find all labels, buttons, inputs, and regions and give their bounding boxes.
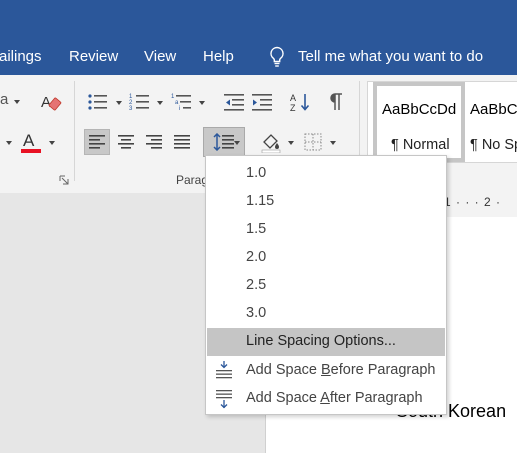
ruler-marks: 1 · · · 2 · [444,195,502,209]
style-preview: AaBbCcDd [382,101,457,118]
align-left-icon[interactable] [84,129,110,155]
menu-item-label: 2.5 [246,277,267,293]
sort-icon[interactable]: A Z [288,91,312,113]
menu-item-add-space-before[interactable]: Add Space Before Paragraph [207,357,445,385]
ribbon-tab-bar: ailings Review View Help Tell me what yo… [0,38,517,75]
svg-text:A: A [290,93,296,103]
center-icon[interactable] [113,129,139,155]
borders-icon[interactable] [300,129,326,155]
menu-item-line-spacing-options[interactable]: Line Spacing Options... [207,328,445,356]
menu-item-1-5[interactable]: 1.5 [207,216,445,244]
line-spacing-icon [213,133,234,151]
style-name: ¶ Normal [391,137,450,153]
style-name: ¶ No Sp [470,137,517,153]
increase-indent-icon[interactable] [250,91,274,113]
menu-item-3-0[interactable]: 3.0 [207,300,445,328]
menu-item-label: 1.0 [246,165,267,181]
menu-item-2-5[interactable]: 2.5 [207,272,445,300]
align-right-icon[interactable] [141,129,167,155]
paragraph-group-label: Parag [176,173,209,187]
tab-help[interactable]: Help [203,38,234,75]
tab-review[interactable]: Review [69,38,118,75]
menu-item-label: 3.0 [246,305,267,321]
svg-text:i: i [179,106,180,111]
tab-view[interactable]: View [144,38,176,75]
line-spacing-button[interactable] [203,127,245,157]
menu-item-add-space-after[interactable]: Add Space After Paragraph [207,385,445,413]
style-preview: AaBbC [470,101,517,118]
menu-item-label: Add Space Before Paragraph [246,362,436,378]
clear-formatting-icon[interactable]: A [38,90,64,114]
title-bar [0,0,517,38]
menu-item-label: 1.5 [246,221,267,237]
menu-item-label: 1.15 [246,193,275,209]
dialog-launcher-icon[interactable] [59,175,69,185]
svg-text:A: A [41,94,51,111]
tell-me-search[interactable]: Tell me what you want to do [298,38,483,75]
menu-item-label: 2.0 [246,249,267,265]
numbering-icon[interactable]: 1 2 3 [128,91,152,113]
style-normal[interactable]: AaBbCcDd ¶ Normal [373,82,465,162]
tab-mailings[interactable]: ailings [0,38,42,75]
menu-item-label: Line Spacing Options... [246,333,396,349]
menu-item-1-0[interactable]: 1.0 [207,160,445,188]
multilevel-list-icon[interactable]: 1 a i [170,91,194,113]
font-size-fragment: a [0,91,9,108]
justify-icon[interactable] [169,129,195,155]
style-no-spacing[interactable]: AaBbC ¶ No Sp [468,82,517,162]
line-spacing-menu: 1.0 1.15 1.5 2.0 2.5 3.0 Line Spacing Op… [205,155,447,415]
shading-icon[interactable] [258,129,284,155]
decrease-indent-icon[interactable] [222,91,246,113]
menu-item-2-0[interactable]: 2.0 [207,244,445,272]
svg-text:Z: Z [290,103,296,112]
add-space-before-icon [216,361,232,379]
add-space-after-icon [216,390,232,409]
svg-text:A: A [23,131,35,150]
lightbulb-icon[interactable] [268,46,286,68]
svg-text:3: 3 [129,106,133,111]
pilcrow-icon[interactable] [326,91,346,113]
bullets-icon[interactable] [86,91,110,113]
menu-item-label: Add Space After Paragraph [246,390,423,406]
menu-item-1-15[interactable]: 1.15 [207,188,445,216]
styles-gallery: AaBbCcDd ¶ Normal AaBbC ¶ No Sp [367,81,517,163]
font-color-icon[interactable]: A [18,129,44,155]
